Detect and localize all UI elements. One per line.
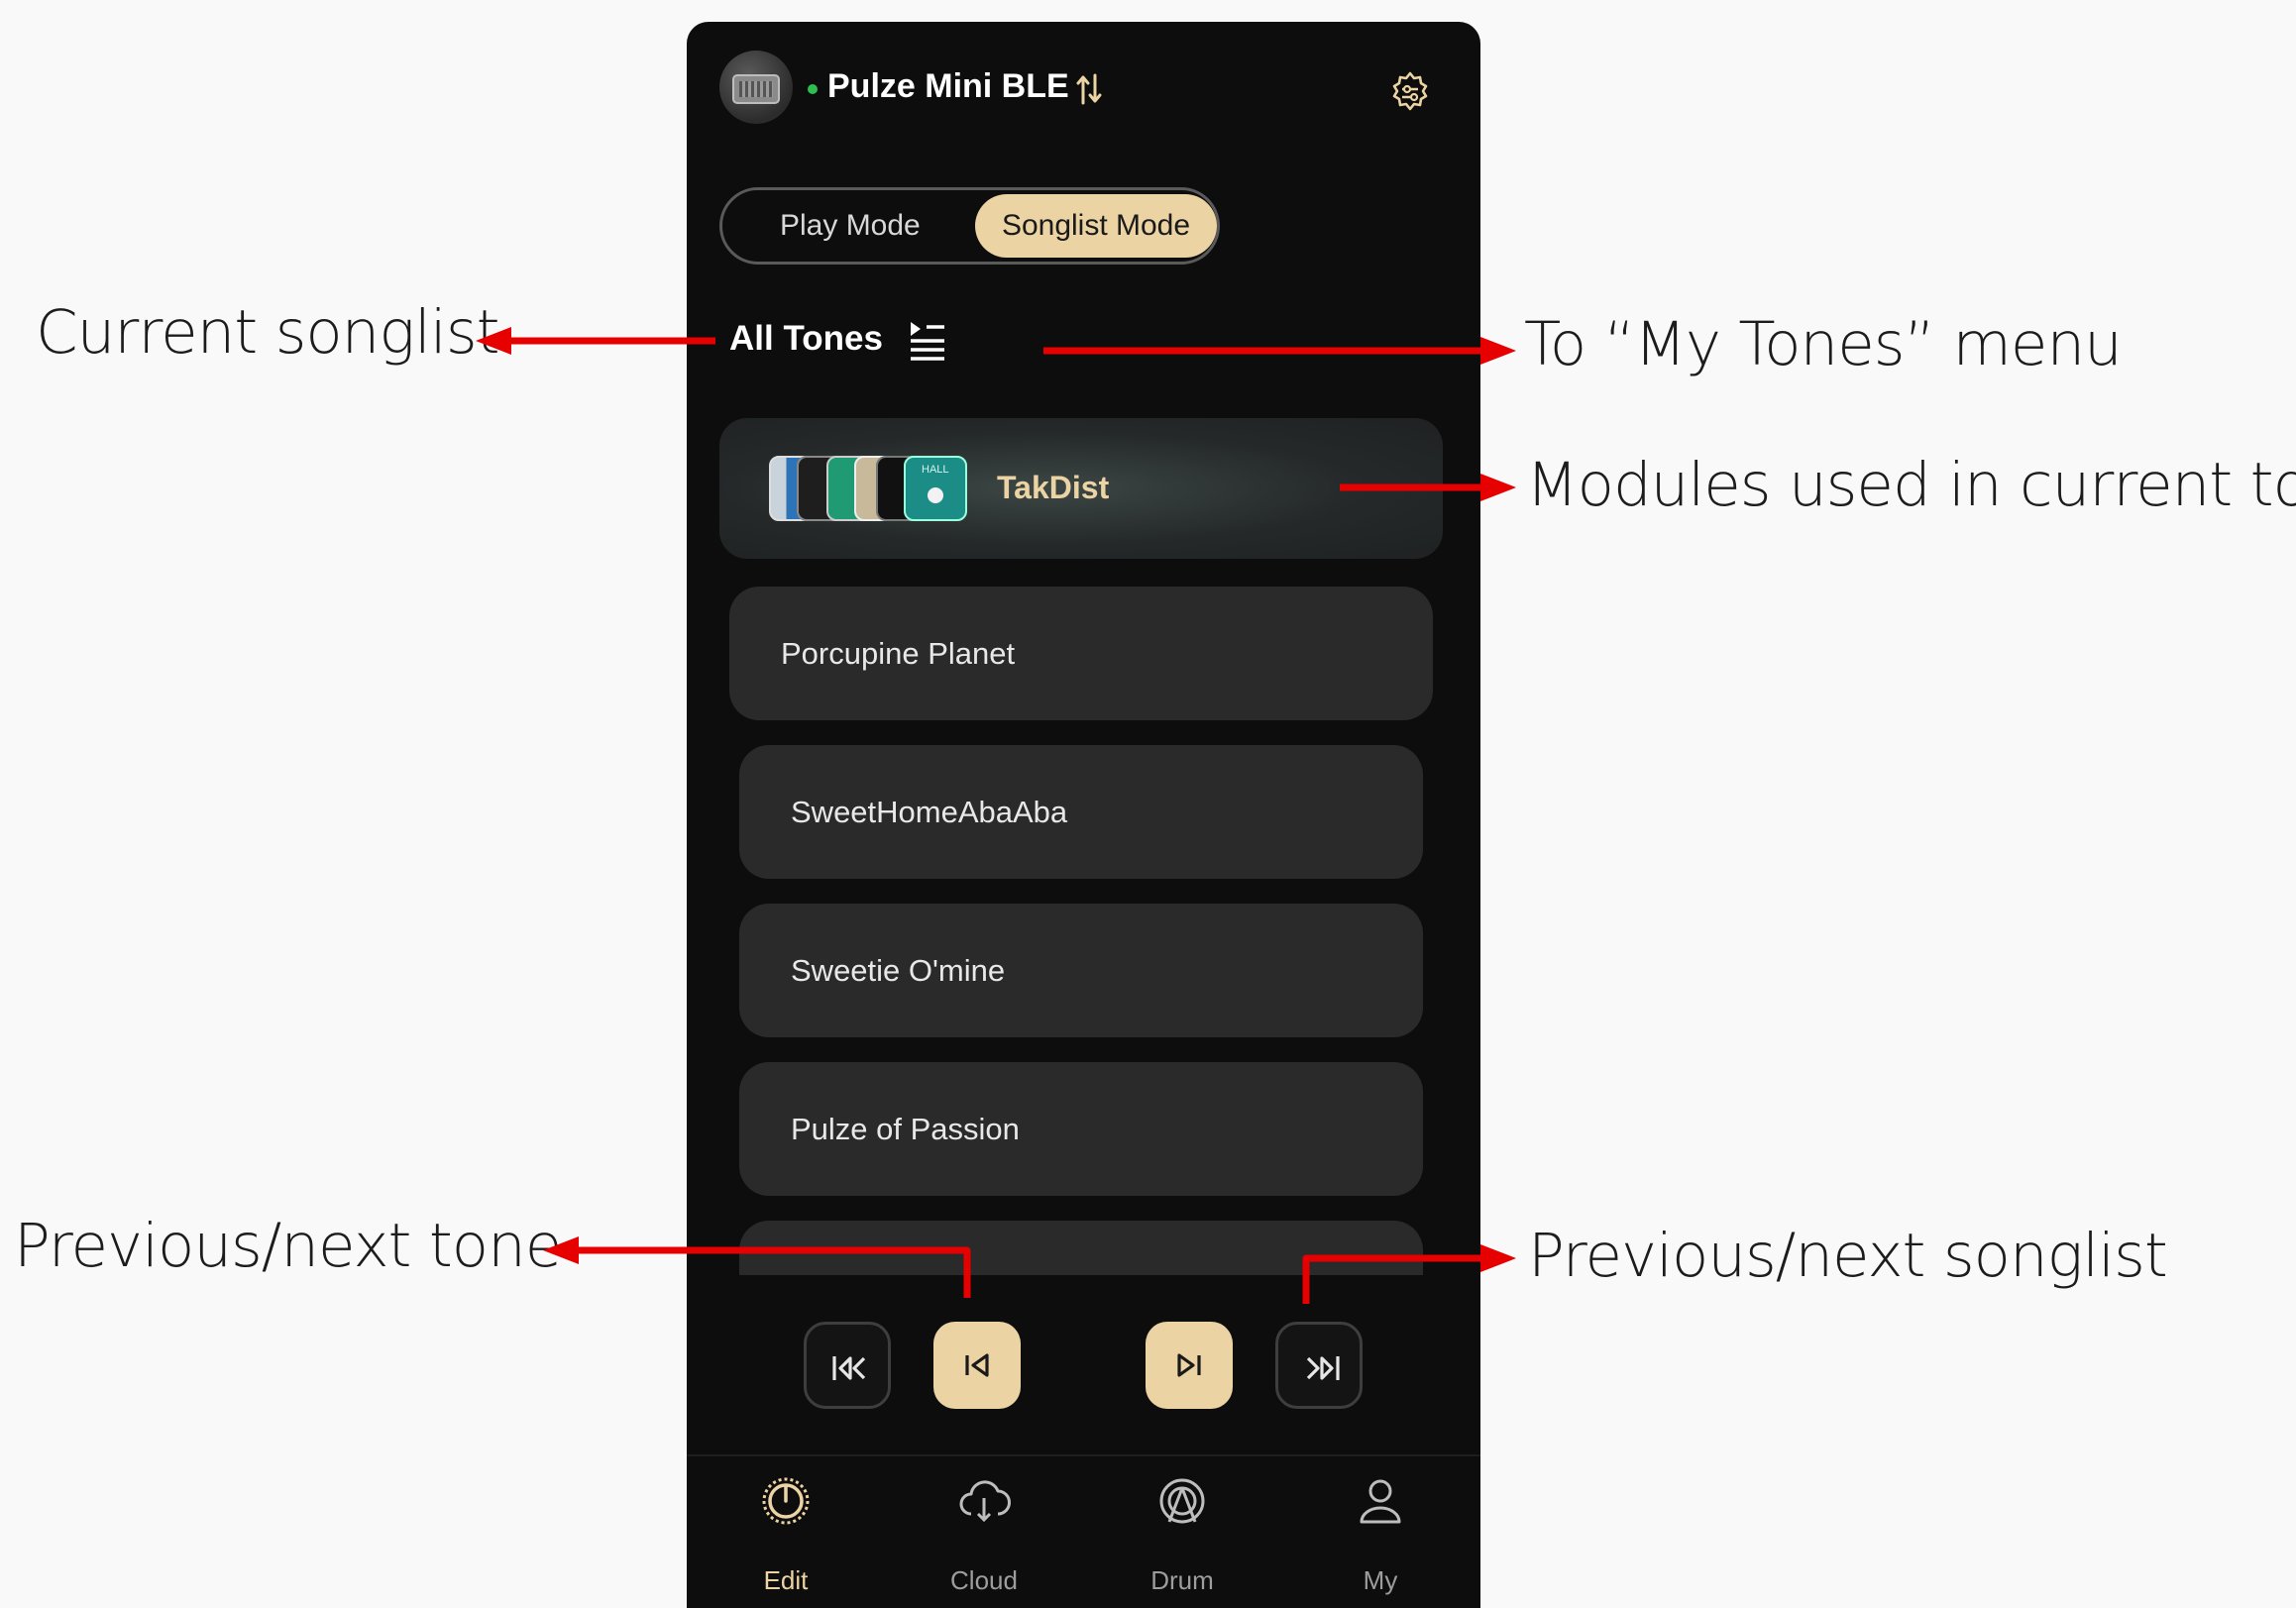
tone-list-item[interactable]: Pulze of Passion bbox=[739, 1062, 1423, 1196]
list-fade bbox=[687, 1275, 1480, 1305]
annotation-prev-next-songlist: Previous/next songlist bbox=[1528, 1221, 2168, 1291]
swap-icon[interactable] bbox=[1075, 73, 1103, 105]
tab-label: My bbox=[1363, 1565, 1398, 1595]
tone-list-item[interactable]: Porcupine Planet bbox=[729, 587, 1433, 720]
drum-icon bbox=[1159, 1478, 1205, 1524]
bottom-tab-bar: Edit Cloud Drum My bbox=[687, 1454, 1480, 1608]
annotation-my-tones-menu: To “My Tones” menu bbox=[1524, 309, 2123, 379]
mode-toggle: Play Mode Songlist Mode bbox=[719, 187, 1220, 265]
annotation-current-songlist: Current songlist bbox=[36, 297, 500, 368]
knob-icon bbox=[762, 1477, 810, 1525]
tab-edit[interactable]: Edit bbox=[687, 1456, 885, 1608]
connection-status-dot bbox=[808, 84, 818, 94]
device-avatar[interactable] bbox=[719, 51, 793, 124]
settings-gear-icon[interactable] bbox=[1386, 69, 1434, 117]
tone-name: Sweetie O'mine bbox=[791, 953, 1006, 988]
previous-tone-icon bbox=[965, 1353, 989, 1377]
previous-songlist-icon bbox=[832, 1356, 866, 1380]
play-mode-tab[interactable]: Play Mode bbox=[780, 190, 921, 262]
hall-module-knob-icon bbox=[928, 487, 943, 503]
next-tone-icon bbox=[1177, 1353, 1201, 1377]
cloud-download-icon bbox=[959, 1480, 1011, 1523]
current-tone-card[interactable]: HALL TakDist bbox=[719, 418, 1443, 559]
tab-label: Drum bbox=[1150, 1565, 1214, 1595]
app-screen: Pulze Mini BLE Play Mode Songlist Mode A… bbox=[687, 22, 1480, 1608]
annotation-modules-used: Modules used in current tone bbox=[1526, 450, 2296, 520]
arrowhead-right bbox=[1480, 1244, 1516, 1272]
playlist-menu-icon[interactable] bbox=[907, 319, 948, 361]
module-stack: HALL bbox=[769, 456, 967, 525]
tone-name: SweetHomeAbaAba bbox=[791, 795, 1068, 829]
current-tone-name: TakDist bbox=[997, 470, 1110, 505]
tab-label: Edit bbox=[763, 1565, 809, 1595]
tab-label: Cloud bbox=[950, 1565, 1018, 1595]
tone-name: Porcupine Planet bbox=[781, 636, 1016, 671]
tab-drum[interactable]: Drum bbox=[1083, 1456, 1281, 1608]
annotation-prev-next-tone: Previous/next tone bbox=[14, 1211, 562, 1281]
songlist-mode-tab[interactable]: Songlist Mode bbox=[975, 194, 1217, 258]
tone-name: Pulze of Passion bbox=[791, 1112, 1020, 1146]
amp-icon bbox=[732, 74, 780, 104]
next-tone-button[interactable] bbox=[1146, 1322, 1233, 1409]
hall-module-label: HALL bbox=[922, 464, 949, 476]
previous-tone-button[interactable] bbox=[933, 1322, 1021, 1409]
user-icon bbox=[1360, 1479, 1401, 1524]
tab-my[interactable]: My bbox=[1281, 1456, 1479, 1608]
arrowhead-right bbox=[1480, 337, 1516, 365]
tab-cloud[interactable]: Cloud bbox=[885, 1456, 1083, 1608]
device-name[interactable]: Pulze Mini BLE bbox=[827, 67, 1069, 106]
arrowhead-right bbox=[1480, 474, 1516, 501]
previous-songlist-button[interactable] bbox=[804, 1322, 891, 1409]
next-songlist-button[interactable] bbox=[1275, 1322, 1363, 1409]
songlist-title[interactable]: All Tones bbox=[729, 319, 883, 359]
tone-list-item[interactable]: Sweetie O'mine bbox=[739, 904, 1423, 1037]
tone-list-item[interactable]: SweetHomeAbaAba bbox=[739, 745, 1423, 879]
hall-module-icon: HALL bbox=[904, 456, 967, 521]
next-songlist-icon bbox=[1306, 1356, 1340, 1380]
